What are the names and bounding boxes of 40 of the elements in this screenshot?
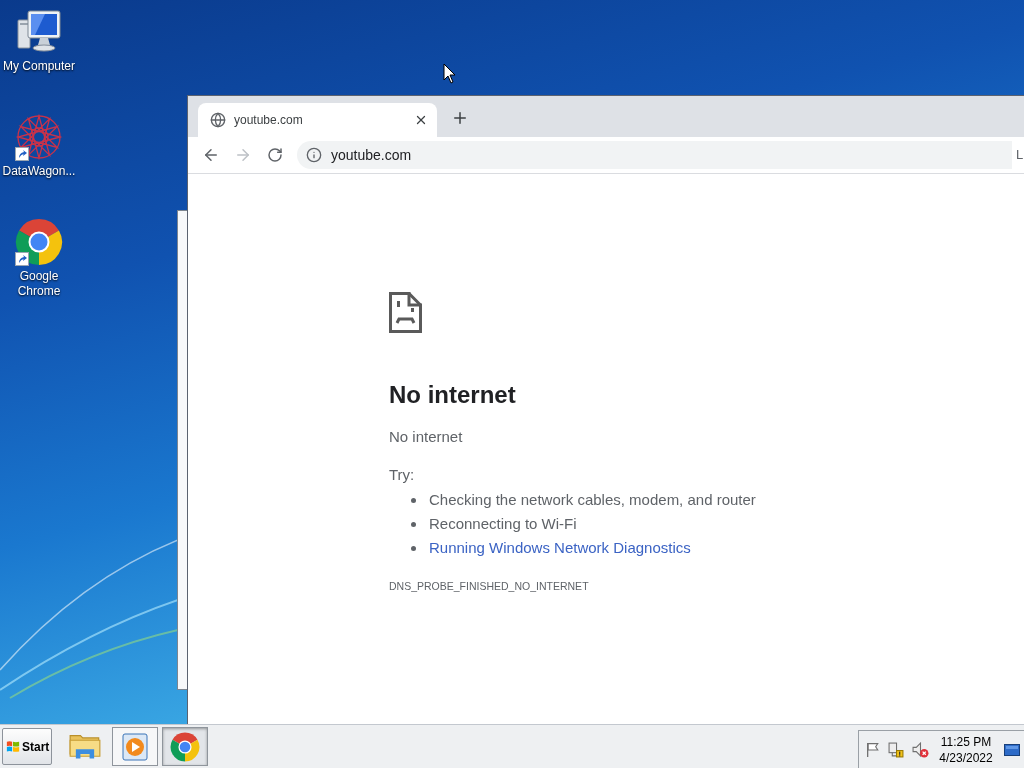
forward-arrow-icon xyxy=(234,146,252,164)
chrome-icon xyxy=(170,731,200,762)
info-icon xyxy=(306,147,322,163)
close-icon xyxy=(414,113,428,127)
toolbar-text: L xyxy=(1016,146,1024,165)
clock-button[interactable]: 11:25 PM 4/23/2022 xyxy=(937,733,995,766)
address-field[interactable]: youtube.com xyxy=(297,141,1012,169)
computer-icon xyxy=(15,9,63,55)
plus-icon xyxy=(451,109,469,127)
show-desktop-button[interactable] xyxy=(1003,742,1021,757)
bullet-icon xyxy=(411,545,416,551)
taskbar-app-button[interactable] xyxy=(162,727,208,766)
bullet-icon xyxy=(411,497,416,503)
reload-icon xyxy=(267,147,283,163)
start-button[interactable]: Start xyxy=(2,728,52,765)
error-heading: No internet xyxy=(389,380,516,410)
desktop-icon-label[interactable]: Google Chrome xyxy=(0,269,78,299)
taskbar-app-button[interactable] xyxy=(112,727,158,766)
star-network-icon xyxy=(15,113,63,161)
monitor-icon xyxy=(1004,743,1020,756)
windows-logo-icon xyxy=(6,739,20,754)
desktop-icon-label[interactable]: DataWagon... xyxy=(0,164,78,179)
folder-icon xyxy=(69,733,101,760)
desktop-icon-label[interactable]: My Computer xyxy=(0,59,78,74)
media-player-icon xyxy=(122,732,148,761)
chrome-icon xyxy=(15,218,63,266)
speaker-icon[interactable] xyxy=(912,741,929,758)
device-warning-icon[interactable] xyxy=(888,741,904,758)
sad-page-icon xyxy=(389,292,422,333)
error-code: DNS_PROBE_FINISHED_NO_INTERNET xyxy=(389,579,589,594)
suggestion-text: Reconnecting to Wi-Fi xyxy=(429,514,577,534)
browser-tab[interactable]: youtube.com xyxy=(198,103,437,137)
cursor-icon xyxy=(443,63,456,84)
diagnostics-link[interactable]: Running Windows Network Diagnostics xyxy=(429,538,691,558)
error-message: No internet xyxy=(389,427,463,447)
globe-icon xyxy=(210,112,226,128)
bullet-icon xyxy=(411,521,416,527)
flag-icon[interactable] xyxy=(866,741,880,758)
suggestion-text: Checking the network cables, modem, and router xyxy=(429,490,756,510)
try-label: Try: xyxy=(389,465,415,485)
